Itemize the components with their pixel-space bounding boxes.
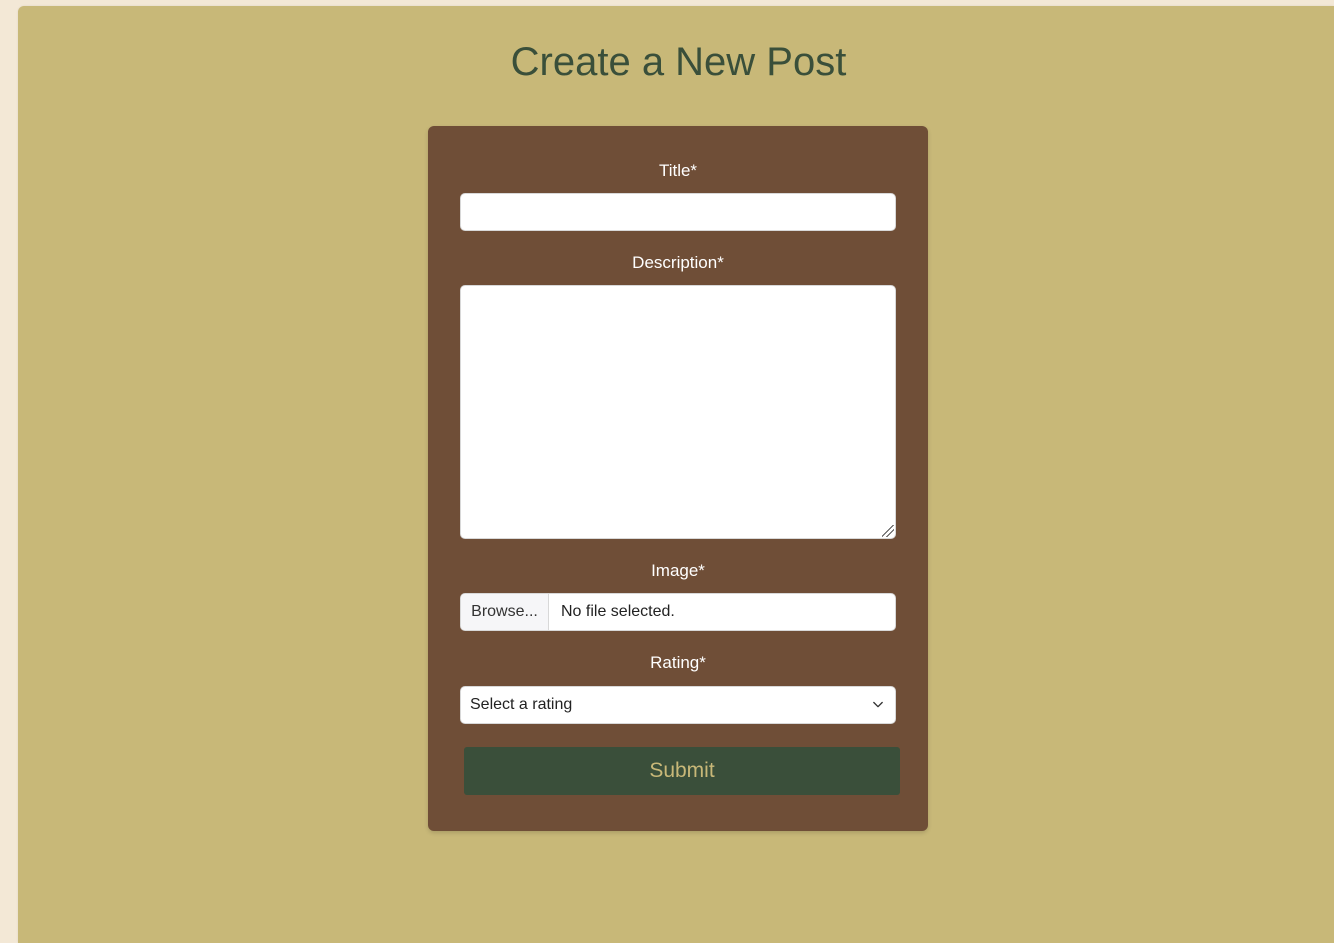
- description-label: Description*: [632, 253, 724, 272]
- submit-button[interactable]: Submit: [464, 747, 900, 795]
- browse-button[interactable]: Browse...: [461, 594, 549, 630]
- rating-select[interactable]: Select a rating: [460, 686, 896, 724]
- description-textarea[interactable]: [460, 285, 896, 539]
- title-label: Title*: [658, 161, 698, 180]
- chevron-down-icon: [873, 700, 883, 710]
- page-container: Create a New Post Title* Description* Im…: [18, 6, 1334, 943]
- title-input[interactable]: [460, 193, 896, 231]
- image-file-input[interactable]: Browse... No file selected.: [460, 593, 896, 631]
- file-status-text: No file selected.: [561, 603, 675, 620]
- rating-label: Rating*: [650, 653, 706, 672]
- image-label: Image*: [651, 561, 705, 580]
- create-post-form: Title* Description* Image* Browse... No …: [428, 126, 928, 831]
- page-title: Create a New Post: [510, 40, 847, 84]
- rating-selected-value: Select a rating: [470, 696, 573, 713]
